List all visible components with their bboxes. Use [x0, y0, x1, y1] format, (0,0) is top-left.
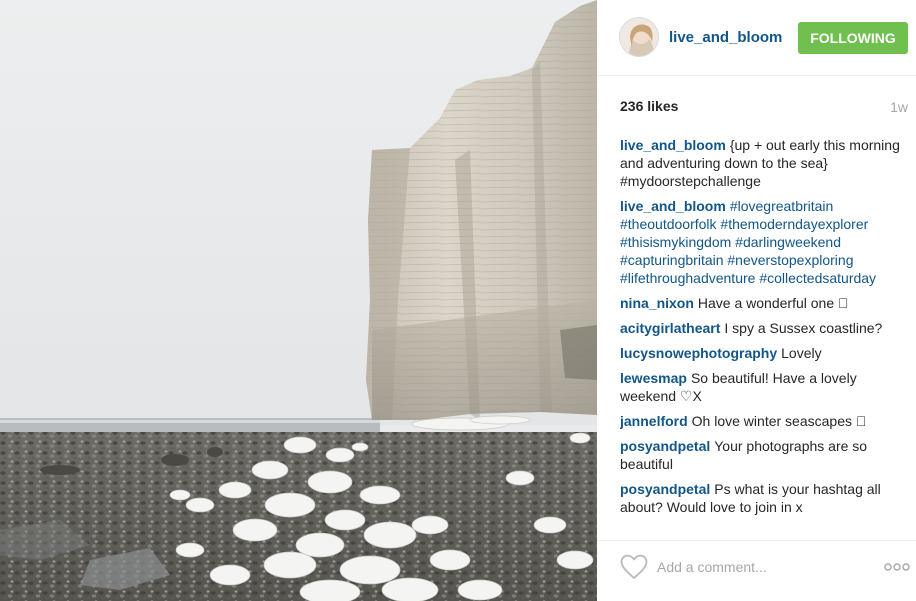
comment-item: lucysnowephotography Lovely: [620, 344, 906, 362]
likes-count[interactable]: 236 likes: [620, 98, 678, 114]
post-timestamp[interactable]: 1w: [890, 99, 908, 115]
comments-list[interactable]: live_and_bloom {up + out early this morni…: [620, 136, 906, 530]
likes-row: 236 likes 1w: [620, 98, 908, 116]
comment-username[interactable]: acitygirlatheart: [620, 320, 720, 336]
comment-username[interactable]: lucysnowephotography: [620, 345, 777, 361]
comment-item: jannelford Oh love winter seascapes 🏼: [620, 412, 906, 430]
cliff-beach-image: [0, 0, 597, 601]
avatar[interactable]: [619, 17, 659, 57]
comment-item: nina_nixon Have a wonderful one 🏼: [620, 294, 906, 312]
ellipsis-icon[interactable]: [884, 562, 910, 572]
post-header: live_and_bloom FOLLOWING: [597, 0, 916, 76]
comment-item: posyandpetal Your photographs are so beau…: [620, 437, 906, 473]
comment-username[interactable]: posyandpetal: [620, 438, 710, 454]
post-photo[interactable]: [0, 0, 597, 601]
comment-item: posyandpetal Ps what is your hashtag all …: [620, 480, 906, 516]
following-button[interactable]: FOLLOWING: [798, 22, 908, 54]
post-side-panel: live_and_bloom FOLLOWING 236 likes 1w li…: [597, 0, 916, 601]
comment-username[interactable]: jannelford: [620, 413, 688, 429]
comment-text: I spy a Sussex coastline?: [724, 320, 883, 336]
comment-username[interactable]: live_and_bloom: [620, 137, 726, 153]
comment-username[interactable]: posyandpetal: [620, 481, 710, 497]
comment-item: lewesmap So beautiful! Have a lovely week…: [620, 369, 906, 405]
comment-username[interactable]: nina_nixon: [620, 295, 694, 311]
comment-item: acitygirlatheart I spy a Sussex coastline…: [620, 319, 906, 337]
user-avatar-image: [620, 18, 658, 56]
comment-text: Lovely: [781, 345, 822, 361]
caption: live_and_bloom {up + out early this morni…: [620, 136, 906, 190]
comment-text: Oh love winter seascapes 🏼: [691, 413, 867, 429]
comment-text: Have a wonderful one 🏼: [697, 295, 849, 311]
comment-footer: [597, 540, 916, 601]
comment-username[interactable]: lewesmap: [620, 370, 687, 386]
comment-item: live_and_bloom #lovegreatbritain #theoutd…: [620, 197, 906, 287]
comment-username[interactable]: live_and_bloom: [620, 198, 726, 214]
add-comment-input[interactable]: [657, 557, 867, 577]
heart-outline-icon[interactable]: [620, 554, 648, 580]
post-author-username[interactable]: live_and_bloom: [669, 29, 782, 46]
